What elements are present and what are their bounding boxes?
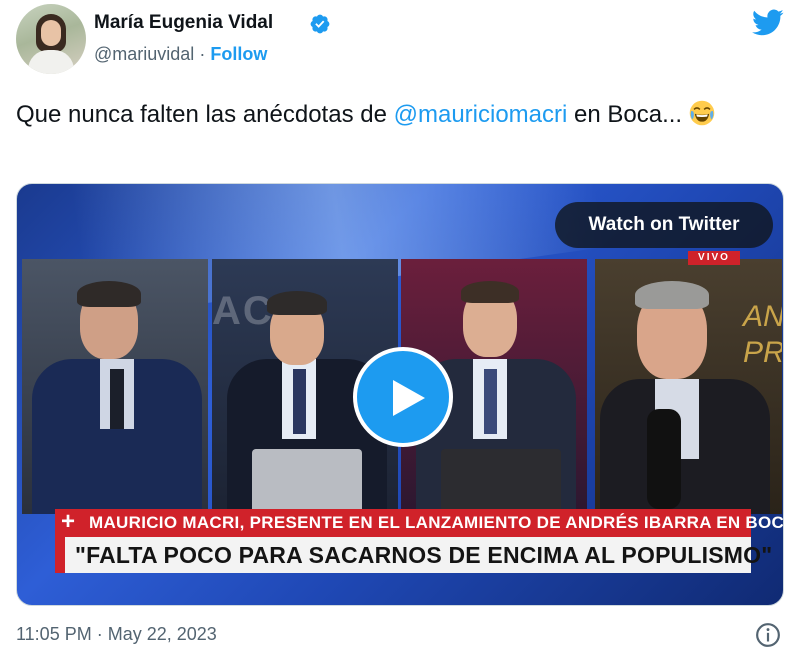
verified-badge-icon bbox=[310, 14, 330, 34]
info-icon[interactable] bbox=[755, 622, 781, 648]
watch-on-twitter-button[interactable]: Watch on Twitter bbox=[555, 202, 773, 248]
avatar-face bbox=[41, 20, 61, 46]
tweet-text-after: en Boca... bbox=[567, 101, 689, 128]
microphone bbox=[647, 409, 681, 509]
avatar-body bbox=[28, 50, 74, 74]
plus-icon: + bbox=[61, 508, 76, 535]
author-handle-row: @mariuvidal · Follow bbox=[94, 44, 267, 65]
laptop bbox=[441, 449, 561, 514]
tweet-text: Que nunca falten las anécdotas de @mauri… bbox=[16, 97, 776, 133]
headline-text: MAURICIO MACRI, PRESENTE EN EL LANZAMIEN… bbox=[89, 513, 784, 532]
video-panel-host-1 bbox=[22, 259, 208, 514]
laughing-emoji-icon bbox=[689, 100, 715, 126]
twitter-bird-icon[interactable] bbox=[750, 6, 786, 38]
backdrop-text: AN PR bbox=[743, 300, 782, 369]
avatar[interactable] bbox=[16, 4, 86, 74]
mention-link[interactable]: @mauriciomacri bbox=[394, 101, 568, 128]
quote-accent-bar bbox=[55, 537, 65, 573]
laptop bbox=[252, 449, 362, 514]
play-icon bbox=[393, 380, 425, 416]
tweet-text-before: Que nunca falten las anécdotas de bbox=[16, 101, 394, 128]
author-handle[interactable]: @mariuvidal bbox=[94, 44, 194, 64]
play-button[interactable] bbox=[353, 347, 453, 447]
separator-dot: · bbox=[199, 44, 206, 64]
tweet-timestamp[interactable]: 11:05 PM · May 22, 2023 bbox=[16, 624, 217, 645]
quote-text: "FALTA POCO PARA SACARNOS DE ENCIMA AL P… bbox=[75, 542, 773, 568]
video-panel-guest: AN PR bbox=[595, 259, 782, 514]
lower-third-headline: + MAURICIO MACRI, PRESENTE EN EL LANZAMI… bbox=[55, 508, 783, 537]
follow-button[interactable]: Follow bbox=[210, 44, 267, 64]
video-player[interactable]: ACRI AN PR VIVO Watch on Twitter + MAURI… bbox=[16, 183, 784, 606]
live-badge: VIVO bbox=[688, 251, 740, 265]
author-name[interactable]: María Eugenia Vidal bbox=[94, 12, 273, 34]
lower-third-quote: "FALTA POCO PARA SACARNOS DE ENCIMA AL P… bbox=[55, 537, 772, 573]
